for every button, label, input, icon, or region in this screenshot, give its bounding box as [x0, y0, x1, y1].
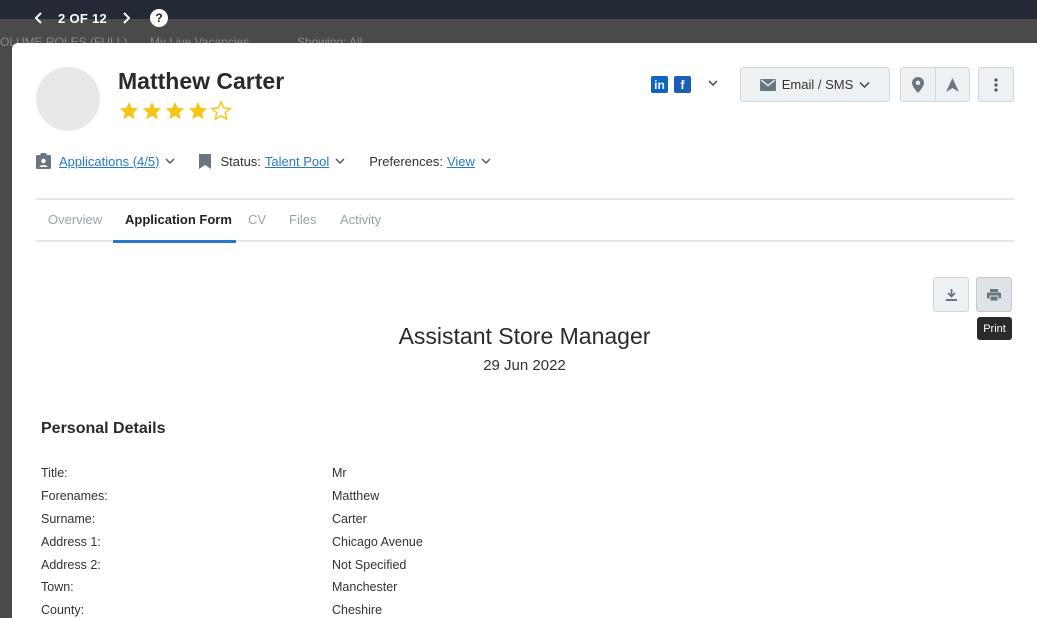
chevron-down-icon: [335, 158, 345, 164]
location-pin-icon: [911, 76, 924, 93]
tab-cv[interactable]: CV: [248, 212, 266, 227]
star-filled-icon[interactable]: [187, 100, 209, 122]
navigate-button[interactable]: [934, 68, 969, 101]
clipboard-user-icon: [36, 153, 51, 169]
print-button[interactable]: [976, 277, 1012, 312]
detail-label: Surname:: [41, 511, 96, 526]
mail-icon: [759, 78, 776, 91]
candidate-tabs: Overview Application Form CV Files Activ…: [36, 198, 1014, 243]
chevron-right-icon: [123, 12, 131, 24]
download-icon: [945, 288, 957, 301]
detail-value: Mr: [332, 466, 347, 481]
more-options-button[interactable]: [978, 67, 1014, 102]
email-sms-label: Email / SMS: [781, 77, 854, 92]
chevron-down-icon: [859, 81, 870, 88]
record-pager: 2 OF 12 ?: [30, 6, 169, 30]
status-label: Status:: [220, 153, 261, 169]
detail-label: Address 2:: [41, 557, 101, 572]
more-vertical-icon: [994, 77, 998, 92]
navigation-arrow-icon: [945, 77, 959, 92]
star-filled-icon[interactable]: [164, 100, 186, 122]
preferences-dropdown[interactable]: Preferences: View: [369, 154, 491, 169]
preferences-view-link[interactable]: View: [447, 154, 475, 169]
location-button[interactable]: [901, 68, 935, 101]
status-value-link[interactable]: Talent Pool: [265, 154, 329, 169]
detail-label: Address 1:: [41, 534, 101, 549]
linkedin-icon[interactable]: in: [651, 76, 668, 93]
tab-activity[interactable]: Activity: [340, 212, 381, 227]
detail-value: Chicago Avenue: [332, 534, 423, 549]
detail-row: Title: Mr: [41, 462, 741, 485]
record-count: 2 OF 12: [58, 10, 108, 26]
detail-value: Cheshire: [332, 603, 383, 618]
location-button-group: [900, 67, 970, 102]
active-tab-indicator: [113, 240, 236, 243]
applications-dropdown[interactable]: Applications (4/5): [36, 153, 175, 169]
detail-label: Town:: [41, 580, 74, 595]
personal-details-list: Title: Mr Forenames: Matthew Surname: Carter A…: [41, 462, 741, 618]
previous-record-button[interactable]: [30, 8, 48, 28]
preferences-label: Preferences:: [369, 153, 443, 169]
detail-row: Town: Manchester: [41, 576, 741, 599]
detail-label: Forenames:: [41, 489, 108, 504]
email-sms-button[interactable]: Email / SMS: [740, 67, 890, 102]
form-title: Assistant Store Manager: [398, 323, 651, 349]
facebook-icon[interactable]: f: [674, 76, 691, 93]
detail-label: Title:: [41, 466, 68, 481]
chevron-left-icon: [34, 12, 42, 24]
tab-overview[interactable]: Overview: [48, 212, 102, 227]
avatar: [36, 67, 100, 131]
tab-files[interactable]: Files: [289, 212, 316, 227]
chevron-down-icon: [481, 158, 491, 164]
detail-row: Forenames: Matthew: [41, 485, 741, 508]
candidate-info-row: Applications (4/5) Status: Talent Pool P…: [36, 151, 515, 171]
detail-value: Manchester: [332, 580, 398, 595]
star-empty-icon[interactable]: [210, 100, 232, 122]
chevron-down-icon[interactable]: [707, 77, 719, 89]
tab-application-form[interactable]: Application Form: [125, 212, 232, 227]
bookmark-icon: [199, 153, 212, 169]
form-date: 29 Jun 2022: [483, 357, 566, 374]
next-record-button[interactable]: [117, 8, 135, 28]
star-filled-icon[interactable]: [141, 100, 163, 122]
detail-row: Address 2: Not Specified: [41, 553, 741, 576]
star-rating[interactable]: [118, 100, 232, 122]
chevron-down-icon: [165, 158, 175, 164]
section-title: Personal Details: [41, 420, 166, 437]
detail-label: County:: [41, 603, 85, 618]
download-button[interactable]: [933, 277, 969, 312]
candidate-modal: Matthew Carter in f Email / SMS Applicat…: [12, 43, 1037, 618]
help-icon[interactable]: ?: [150, 9, 169, 27]
social-links: in f: [651, 76, 691, 93]
detail-row: County: Cheshire: [41, 599, 741, 618]
detail-value: Matthew: [332, 489, 380, 504]
star-filled-icon[interactable]: [118, 100, 140, 122]
status-dropdown[interactable]: Status: Talent Pool: [199, 153, 345, 169]
detail-value: Carter: [332, 511, 367, 526]
detail-value: Not Specified: [332, 557, 407, 572]
applications-link[interactable]: Applications (4/5): [59, 154, 159, 169]
detail-row: Address 1: Chicago Avenue: [41, 530, 741, 553]
detail-row: Surname: Carter: [41, 508, 741, 531]
candidate-name: Matthew Carter: [118, 68, 285, 94]
print-icon: [987, 288, 1001, 301]
